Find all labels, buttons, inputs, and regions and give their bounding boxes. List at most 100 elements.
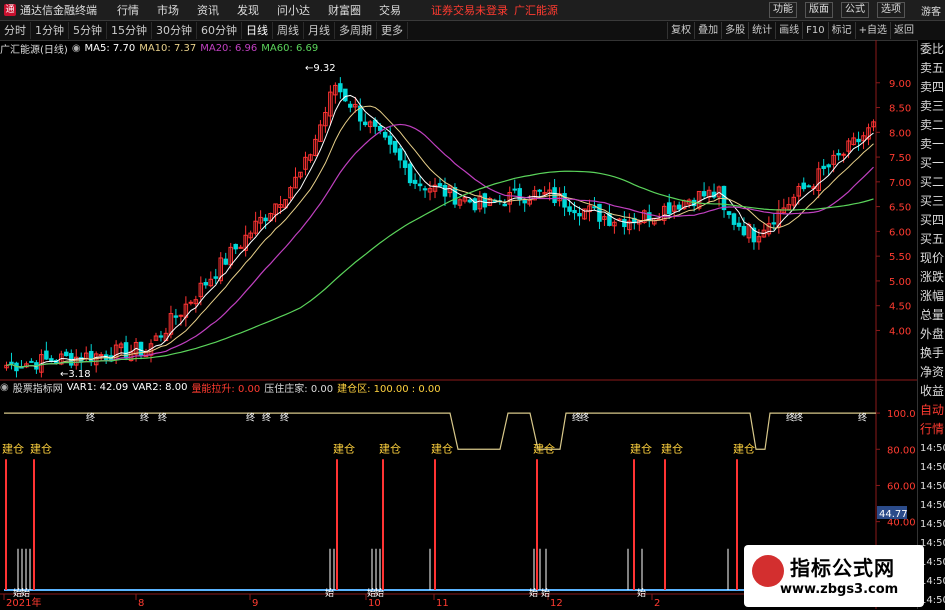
period-multi[interactable]: 多周期 <box>335 22 377 39</box>
zhong-label: 终 <box>246 411 255 423</box>
tool-back[interactable]: 返回 <box>890 22 917 39</box>
login-warning[interactable]: 证券交易未登录 <box>431 2 508 18</box>
panel-item[interactable]: 买一 <box>918 154 945 173</box>
panel-item[interactable]: 买四 <box>918 211 945 230</box>
candle <box>432 177 438 199</box>
panel-item[interactable]: 买二 <box>918 173 945 192</box>
candle-body <box>676 204 682 210</box>
candle <box>288 185 293 201</box>
date-label: 12 <box>550 598 563 609</box>
candle <box>706 186 712 204</box>
menu-formula[interactable]: 公式 <box>841 2 869 18</box>
menu-ask[interactable]: 问小达 <box>277 2 310 18</box>
panel-item[interactable]: 涨幅 <box>918 287 945 306</box>
price-axis-label: 9.00 <box>889 79 911 90</box>
candle <box>612 220 617 234</box>
candle-body <box>836 153 841 156</box>
candle <box>457 198 463 209</box>
period-weekly[interactable]: 周线 <box>273 22 304 39</box>
tool-restore[interactable]: 复权 <box>667 22 694 39</box>
panel-item[interactable]: 卖四 <box>918 78 945 97</box>
candle <box>592 197 597 211</box>
menu-layout[interactable]: 版面 <box>805 2 833 18</box>
indicator-settings-icon[interactable]: ◉ <box>0 382 9 393</box>
candle <box>273 203 278 223</box>
liangneng-value: 量能拉升: 0.00 <box>191 383 261 395</box>
candle-body <box>382 131 388 138</box>
panel-item[interactable]: 行情 <box>918 420 945 439</box>
candle <box>866 123 871 146</box>
period-monthly[interactable]: 月线 <box>304 22 335 39</box>
panel-item[interactable]: 净资 <box>918 363 945 382</box>
tool-stats[interactable]: 统计 <box>748 22 775 39</box>
tool-add-favorite[interactable]: +自选 <box>854 22 890 39</box>
tool-f10[interactable]: F10 <box>802 22 827 39</box>
candle <box>652 217 657 226</box>
menu-function[interactable]: 功能 <box>769 2 797 18</box>
panel-item[interactable]: 买三 <box>918 192 945 211</box>
candle <box>522 199 527 212</box>
watermark-title: 指标公式网 <box>790 556 895 580</box>
panel-item[interactable]: 收益 <box>918 382 945 401</box>
candle <box>482 192 488 214</box>
period-more[interactable]: 更多 <box>377 22 408 39</box>
panel-item[interactable]: 总量 <box>918 306 945 325</box>
candle-body <box>178 314 184 317</box>
panel-item[interactable]: 委比 <box>918 40 945 59</box>
candle-body <box>44 350 49 360</box>
guest-label[interactable]: 游客 <box>921 3 941 18</box>
panel-item[interactable]: 外盘 <box>918 325 945 344</box>
period-60min[interactable]: 60分钟 <box>197 22 242 39</box>
candle-body <box>29 360 34 363</box>
chart-canvas[interactable]: 9.00 8.50 8.00 7.50 7.00 6.50 6.00 5.50 5.00 4.50… <box>0 40 917 609</box>
jiancang-label: 建仓 <box>333 441 355 455</box>
candle <box>642 209 647 224</box>
candle-body <box>622 219 627 228</box>
panel-item[interactable]: 买五 <box>918 230 945 249</box>
panel-item[interactable]: 卖三 <box>918 97 945 116</box>
period-daily[interactable]: 日线 <box>242 22 273 39</box>
panel-item[interactable]: 卖二 <box>918 116 945 135</box>
tool-mark[interactable]: 标记 <box>827 22 855 39</box>
menu-news[interactable]: 资讯 <box>197 2 219 18</box>
period-1min[interactable]: 1分钟 <box>31 22 69 39</box>
main-menu: 行情 市场 资讯 发现 问小达 财富圈 交易 <box>117 2 419 18</box>
period-5min[interactable]: 5分钟 <box>69 22 107 39</box>
candle <box>243 225 248 257</box>
candle <box>363 113 368 127</box>
panel-item[interactable]: 自动 <box>918 401 945 420</box>
panel-item[interactable]: 卖五 <box>918 59 945 78</box>
ma60-line <box>6 170 874 368</box>
jiancang-label: 建仓 <box>733 441 755 455</box>
candle <box>233 243 238 255</box>
candle-body <box>512 188 517 191</box>
price-axis-label: 8.00 <box>889 128 911 139</box>
menu-quotes[interactable]: 行情 <box>117 2 139 18</box>
tool-multi[interactable]: 多股 <box>721 22 748 39</box>
menu-market[interactable]: 市场 <box>157 2 179 18</box>
indicator-axis-label: 100.0 <box>887 409 916 420</box>
panel-item[interactable]: 现价 <box>918 249 945 268</box>
panel-item[interactable]: 换手 <box>918 344 945 363</box>
candle-body <box>502 203 508 207</box>
tool-overlay[interactable]: 叠加 <box>694 22 721 39</box>
date-label: 10 <box>368 598 381 609</box>
period-15min[interactable]: 15分钟 <box>107 22 152 39</box>
candle-body <box>726 211 732 215</box>
candle-body <box>572 210 577 214</box>
menu-discover[interactable]: 发现 <box>237 2 259 18</box>
chart-tools: 复权 叠加 多股 统计 画线 F10 标记 +自选 返回 <box>667 21 917 40</box>
candle <box>806 184 811 188</box>
candle <box>622 211 627 235</box>
tool-draw[interactable]: 画线 <box>775 22 802 39</box>
period-tick[interactable]: 分时 <box>0 22 31 39</box>
candle <box>323 106 328 133</box>
panel-item[interactable]: 卖一 <box>918 135 945 154</box>
menu-trade[interactable]: 交易 <box>379 2 401 18</box>
candle-body <box>363 121 368 126</box>
panel-item[interactable]: 涨跌 <box>918 268 945 287</box>
menu-options[interactable]: 选项 <box>877 2 905 18</box>
candle <box>69 349 74 369</box>
period-30min[interactable]: 30分钟 <box>152 22 197 39</box>
menu-wealth[interactable]: 财富圈 <box>328 2 361 18</box>
